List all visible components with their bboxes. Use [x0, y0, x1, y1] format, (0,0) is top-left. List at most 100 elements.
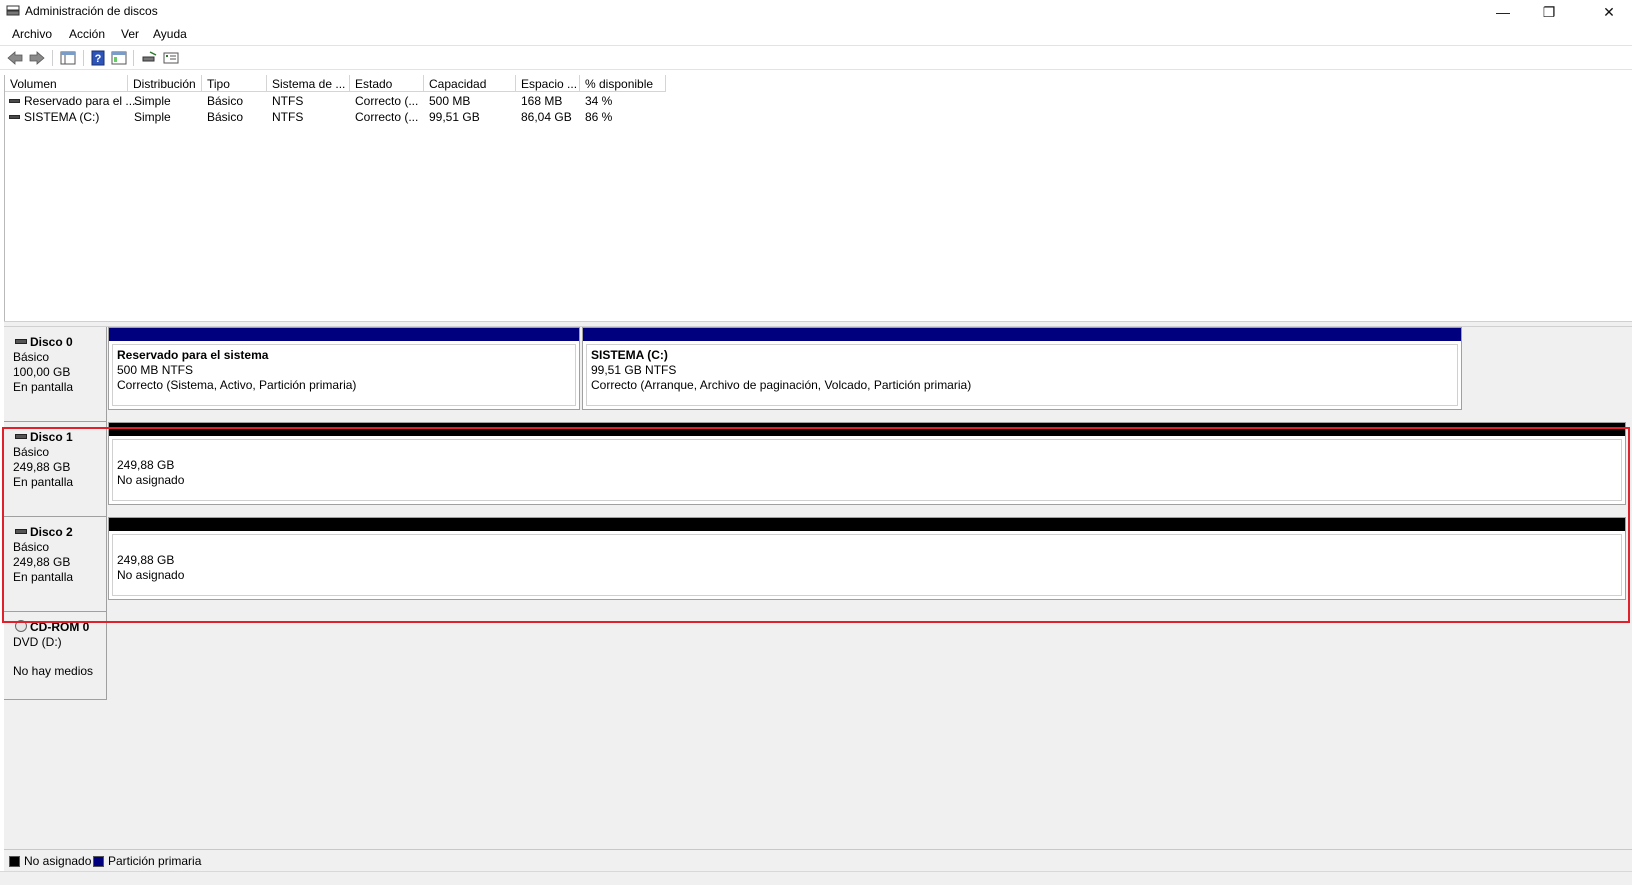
primary-partition-bar	[583, 328, 1461, 341]
cell-type: Básico	[207, 110, 244, 124]
table-row[interactable]: Reservado para el ... Simple Básico NTFS…	[5, 93, 705, 109]
menu-ver[interactable]: Ver	[121, 27, 139, 41]
window-title: Administración de discos	[25, 4, 158, 18]
primary-partition-bar	[109, 328, 579, 341]
close-button[interactable]: ✕	[1586, 0, 1632, 24]
volume-icon	[9, 99, 20, 103]
toolbar: ?	[0, 45, 1632, 70]
partition-size: 99,51 GB NTFS	[591, 363, 677, 377]
legend-item-unallocated: No asignado	[9, 854, 91, 868]
column-header-disponible[interactable]: % disponible	[580, 75, 666, 92]
column-header-capacidad[interactable]: Capacidad	[424, 75, 516, 92]
cdrom-0-label[interactable]: CD-ROM 0 DVD (D:) No hay medios	[4, 612, 107, 700]
column-header-tipo[interactable]: Tipo	[202, 75, 267, 92]
cd-rom-icon	[15, 620, 27, 632]
legend-label: Partición primaria	[108, 854, 202, 868]
cell-volume: Reservado para el ...	[24, 94, 136, 108]
disk-size: 249,88 GB	[13, 555, 71, 569]
cell-percent-free: 34 %	[585, 94, 613, 108]
cell-free-space: 168 MB	[521, 94, 563, 108]
partition-status: No asignado	[117, 568, 185, 582]
legend-item-primary: Partición primaria	[93, 854, 201, 868]
menu-archivo[interactable]: Archivo	[12, 27, 52, 41]
console-tree-icon[interactable]	[59, 50, 77, 66]
disk-name: Disco 1	[30, 430, 73, 444]
cell-free-space: 86,04 GB	[521, 110, 572, 124]
svg-text:?: ?	[95, 53, 102, 65]
rescan-icon[interactable]	[140, 50, 158, 66]
disk-2-label[interactable]: Disco 2 Básico 249,88 GB En pantalla	[4, 517, 107, 612]
disk-1-label[interactable]: Disco 1 Básico 249,88 GB En pantalla	[4, 422, 107, 517]
toolbar-separator	[83, 50, 84, 66]
disk-kind: Básico	[13, 350, 50, 364]
partition-size: 249,88 GB	[117, 458, 175, 472]
disk-state: En pantalla	[13, 380, 74, 394]
cell-filesystem: NTFS	[272, 94, 304, 108]
cell-layout: Simple	[134, 94, 171, 108]
disk-icon	[15, 339, 27, 344]
disk-name: Disco 2	[30, 525, 73, 539]
menu-accion[interactable]: Acción	[69, 27, 105, 41]
status-bar	[0, 871, 1632, 885]
partition-unallocated-disk-1[interactable]: 249,88 GB No asignado	[108, 422, 1626, 505]
settings-icon[interactable]	[162, 50, 180, 66]
volume-list: Volumen Distribución Tipo Sistema de ...…	[4, 75, 1632, 321]
disk-management-app-icon	[6, 5, 20, 16]
menu-ayuda[interactable]: Ayuda	[153, 27, 187, 41]
disk-kind: Básico	[13, 445, 50, 459]
disk-state: En pantalla	[13, 570, 74, 584]
partition-sistema-c[interactable]: SISTEMA (C:) 99,51 GB NTFS Correcto (Arr…	[582, 327, 1462, 410]
table-row[interactable]: SISTEMA (C:) Simple Básico NTFS Correcto…	[5, 109, 705, 125]
disk-icon	[15, 434, 27, 439]
column-header-distribucion[interactable]: Distribución	[128, 75, 202, 92]
disk-name: Disco 0	[30, 335, 73, 349]
column-header-sistema-archivos[interactable]: Sistema de ...	[267, 75, 350, 92]
cell-capacity: 99,51 GB	[429, 110, 480, 124]
partition-status: Correcto (Arranque, Archivo de paginació…	[591, 378, 972, 392]
partition-size: 249,88 GB	[117, 553, 175, 567]
column-header-estado[interactable]: Estado	[350, 75, 424, 92]
menu-bar: Archivo Acción Ver Ayuda	[0, 24, 1632, 44]
partition-title: SISTEMA (C:)	[591, 348, 668, 362]
disk-icon	[15, 529, 27, 534]
legend: No asignado Partición primaria	[4, 849, 1632, 871]
restore-button[interactable]: ❐	[1526, 0, 1572, 24]
cell-percent-free: 86 %	[585, 110, 613, 124]
disk-state: En pantalla	[13, 475, 74, 489]
forward-arrow-icon[interactable]	[28, 50, 46, 66]
cell-status: Correcto (...	[355, 94, 419, 108]
legend-swatch	[93, 855, 104, 867]
disk-size: 249,88 GB	[13, 460, 71, 474]
help-icon[interactable]: ?	[89, 50, 107, 66]
cell-type: Básico	[207, 94, 244, 108]
cell-status: Correcto (...	[355, 110, 419, 124]
partition-reservado[interactable]: Reservado para el sistema 500 MB NTFS Co…	[108, 327, 580, 410]
cdrom-state: No hay medios	[13, 664, 94, 678]
toolbar-separator	[133, 50, 134, 66]
disk-kind: Básico	[13, 540, 50, 554]
cell-volume: SISTEMA (C:)	[24, 110, 100, 124]
unallocated-bar	[109, 423, 1625, 436]
disk-size: 100,00 GB	[13, 365, 71, 379]
title-bar: Administración de discos — ❐ ✕	[0, 0, 1632, 24]
disk-graphical-view: Disco 0 Básico 100,00 GB En pantalla Res…	[4, 327, 1632, 849]
partition-status: Correcto (Sistema, Activo, Partición pri…	[117, 378, 357, 392]
volume-list-header: Volumen Distribución Tipo Sistema de ...…	[5, 75, 1632, 92]
unallocated-bar	[109, 518, 1625, 531]
column-header-volumen[interactable]: Volumen	[5, 75, 128, 92]
cdrom-name: CD-ROM 0	[30, 620, 90, 634]
toolbar-separator	[52, 50, 53, 66]
back-arrow-icon[interactable]	[6, 50, 24, 66]
column-header-espacio[interactable]: Espacio ...	[516, 75, 580, 92]
partition-title: Reservado para el sistema	[117, 348, 269, 362]
legend-swatch	[9, 855, 20, 867]
disk-0-label[interactable]: Disco 0 Básico 100,00 GB En pantalla	[4, 327, 107, 422]
cell-filesystem: NTFS	[272, 110, 304, 124]
cdrom-drive: DVD (D:)	[13, 635, 62, 649]
properties-icon[interactable]	[110, 50, 128, 66]
volume-icon	[9, 115, 20, 119]
cell-layout: Simple	[134, 110, 171, 124]
minimize-button[interactable]: —	[1480, 0, 1526, 24]
partition-unallocated-disk-2[interactable]: 249,88 GB No asignado	[108, 517, 1626, 600]
legend-label: No asignado	[24, 854, 92, 868]
